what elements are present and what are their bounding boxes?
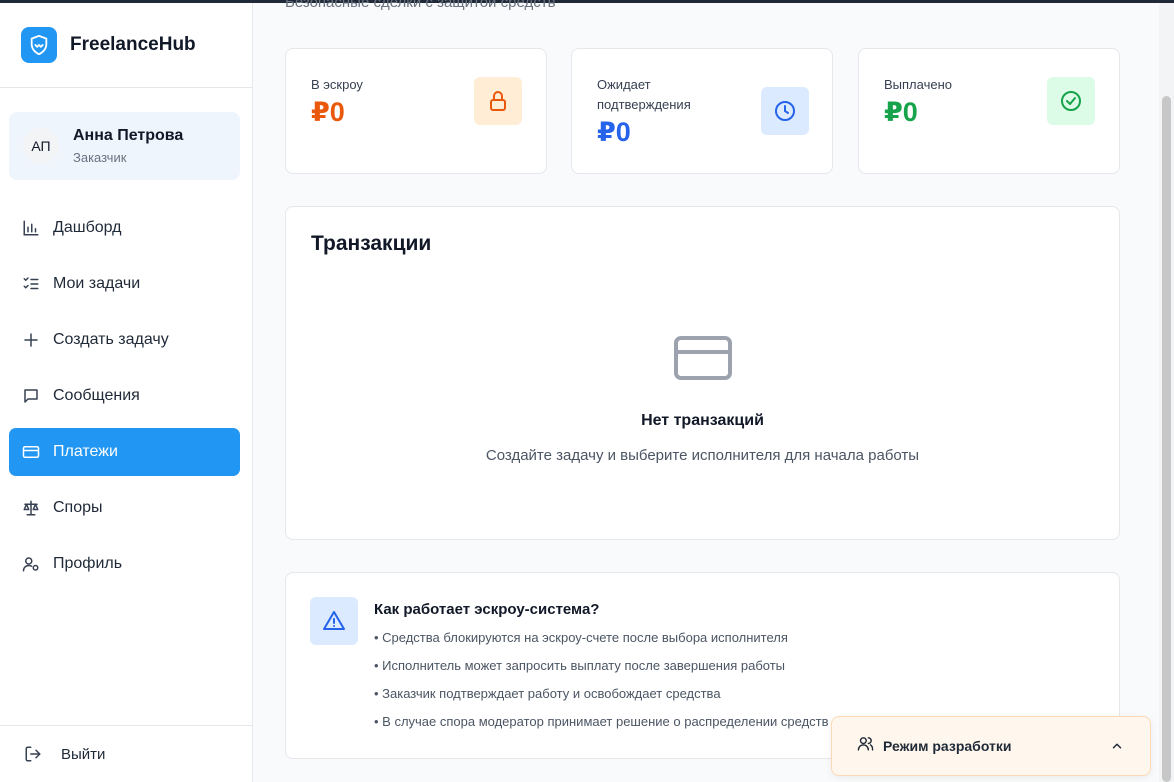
sidebar-item-payments[interactable]: Платежи <box>9 428 240 476</box>
credit-card-icon <box>673 335 733 386</box>
sidebar-item-my-tasks[interactable]: Мои задачи <box>9 260 240 308</box>
sidebar-item-disputes[interactable]: Споры <box>9 484 240 532</box>
page-subtitle: Безопасные сделки с защитой средств <box>285 0 556 11</box>
transactions-panel: Транзакции Нет транзакций Создайте задач… <box>285 206 1120 540</box>
sidebar-item-label: Платежи <box>53 443 118 460</box>
sidebar-item-label: Профиль <box>53 555 123 572</box>
empty-state-description: Создайте задачу и выберите исполнителя д… <box>485 447 920 464</box>
avatar: АП <box>23 128 59 164</box>
user-info: Анна Петрова Заказчик <box>73 127 183 165</box>
main-content: Безопасные сделки с защитой средств В эс… <box>253 0 1159 782</box>
dev-mode-label: Режим разработки <box>883 738 1012 754</box>
user-name: Анна Петрова <box>73 127 184 144</box>
sidebar-item-label: Создать задачу <box>53 331 169 348</box>
brand-header[interactable]: FreelanceHub <box>0 3 252 88</box>
task-list-icon <box>22 275 40 293</box>
sidebar: FreelanceHub АП Анна Петрова Заказчик Да… <box>0 3 253 782</box>
plus-icon <box>22 331 40 349</box>
sidebar-item-messages[interactable]: Сообщения <box>9 372 240 420</box>
dev-mode-toggle[interactable]: Режим разработки <box>831 716 1151 776</box>
stat-label: Ожидает подтверждения <box>597 77 691 112</box>
sidebar-item-label: Мои задачи <box>53 275 141 292</box>
sidebar-item-label: Сообщения <box>53 387 140 404</box>
transactions-title: Транзакции <box>311 232 432 255</box>
users-icon <box>857 735 874 757</box>
stat-card-escrow: В эскроу ₽0 <box>285 48 547 174</box>
stat-value: ₽0 <box>597 117 631 147</box>
escrow-info-list: • Средства блокируются на эскроу-счете п… <box>374 630 829 742</box>
list-item: • Исполнитель может запросить выплату по… <box>374 658 786 673</box>
sidebar-item-label: Споры <box>53 499 103 516</box>
credit-card-icon <box>22 443 40 461</box>
stat-label: Выплачено <box>884 77 952 92</box>
scrollbar[interactable] <box>1159 3 1174 782</box>
logout-label: Выйти <box>61 745 106 763</box>
app-window: FreelanceHub АП Анна Петрова Заказчик Да… <box>0 0 1174 782</box>
handshake-shield-icon <box>21 27 57 63</box>
logout-icon <box>24 745 42 763</box>
sidebar-nav: Дашборд Мои задачи Создать задачу Сообще… <box>9 204 240 596</box>
logout-button[interactable]: Выйти <box>0 725 252 782</box>
message-icon <box>22 387 40 405</box>
sidebar-item-label: Дашборд <box>53 219 122 236</box>
sidebar-item-create-task[interactable]: Создать задачу <box>9 316 240 364</box>
user-card[interactable]: АП Анна Петрова Заказчик <box>9 112 240 180</box>
stat-value: ₽0 <box>311 97 345 127</box>
sidebar-item-dashboard[interactable]: Дашборд <box>9 204 240 252</box>
lock-icon <box>474 77 522 125</box>
warning-icon <box>310 597 358 645</box>
empty-state-title: Нет транзакций <box>641 412 764 429</box>
user-settings-icon <box>22 555 40 573</box>
list-item: • Средства блокируются на эскроу-счете п… <box>374 630 788 645</box>
clock-icon <box>761 87 809 135</box>
list-item: • Заказчик подтверждает работу и освобож… <box>374 686 721 701</box>
check-circle-icon <box>1047 77 1095 125</box>
escrow-info-title: Как работает эскроу-система? <box>374 601 600 618</box>
list-item: • В случае спора модератор принимает реш… <box>374 714 829 729</box>
sidebar-item-profile[interactable]: Профиль <box>9 540 240 588</box>
scrollbar-thumb[interactable] <box>1162 96 1171 782</box>
brand-name: FreelanceHub <box>70 34 196 55</box>
stat-label: В эскроу <box>311 77 363 92</box>
chevron-up-icon[interactable] <box>1110 739 1124 758</box>
stat-card-pending: Ожидает подтверждения ₽0 <box>571 48 833 174</box>
scales-icon <box>22 499 40 517</box>
stat-card-paid: Выплачено ₽0 <box>858 48 1120 174</box>
stat-value: ₽0 <box>884 97 918 127</box>
user-role: Заказчик <box>73 150 127 165</box>
bar-chart-icon <box>22 219 40 237</box>
